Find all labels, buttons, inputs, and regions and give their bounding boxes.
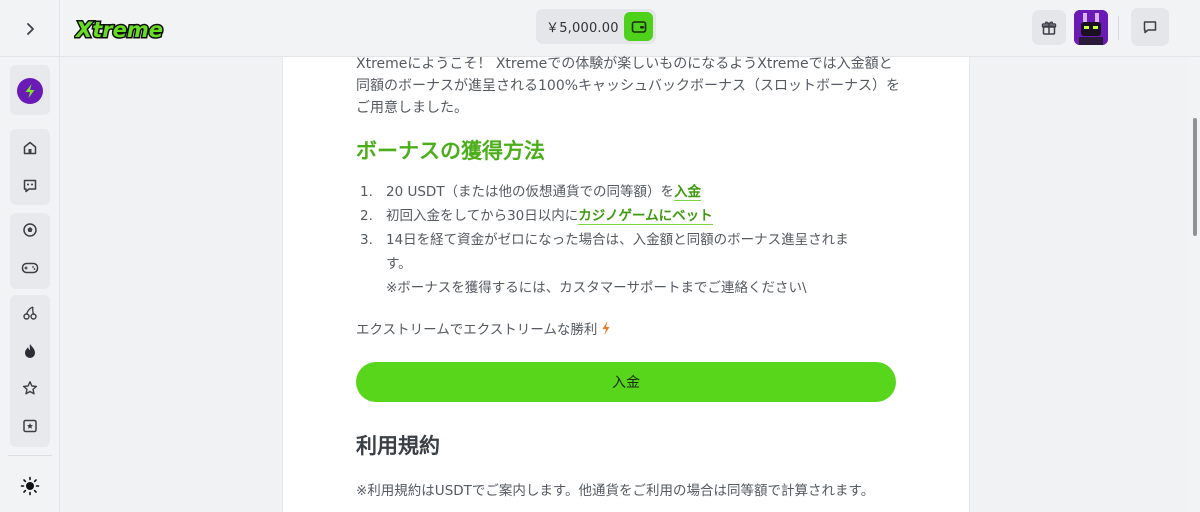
step-number: 3. bbox=[360, 232, 373, 248]
lightning-icon bbox=[602, 321, 610, 335]
promotions-button[interactable] bbox=[17, 78, 43, 104]
sidebar-item-home[interactable] bbox=[10, 129, 50, 167]
terms-heading: 利用規約 bbox=[356, 434, 440, 458]
top-bar: Xtreme Xtreme ￥5,000.00 bbox=[0, 0, 1200, 57]
support-note: ※ボーナスを獲得するには、カスタマーサポートまでご連絡ください\ bbox=[386, 280, 807, 296]
sidebar-item-live[interactable] bbox=[10, 407, 50, 445]
list-item: 3. 14日を経て資金がゼロになった場合は、入金額と同額のボーナス進呈されます。 bbox=[360, 228, 866, 276]
gift-button[interactable] bbox=[1032, 10, 1066, 45]
tagline: エクストリームでエクストリームな勝利 bbox=[356, 318, 611, 338]
sidebar bbox=[0, 57, 60, 512]
sidebar-toggle-button[interactable] bbox=[0, 0, 60, 57]
deposit-link[interactable]: 入金 bbox=[674, 184, 702, 201]
intro-paragraph: Xtremeにようこそ！ Xtremeでの体験が楽しいものになるようXtreme… bbox=[356, 56, 901, 116]
theme-toggle-button[interactable] bbox=[10, 467, 50, 505]
sidebar-item-hot[interactable] bbox=[10, 332, 50, 370]
terms-note: ※利用規約はUSDTでご案内します。他通貨をご利用の場合は同等額で計算されます。 bbox=[356, 483, 875, 499]
sidebar-item-games[interactable] bbox=[10, 249, 50, 287]
gift-icon bbox=[1041, 20, 1057, 35]
how-to-get-bonus-heading: ボーナスの獲得方法 bbox=[356, 139, 545, 163]
xtreme-logo[interactable]: Xtreme Xtreme bbox=[73, 14, 165, 44]
sidebar-item-favorites[interactable] bbox=[10, 369, 50, 407]
step-text: 初回入金をしてから30日以内に bbox=[386, 208, 579, 224]
avatar-image bbox=[1074, 10, 1108, 45]
sidebar-divider bbox=[8, 455, 52, 456]
step-text: 14日を経て資金がゼロになった場合は、入金額と同額のボーナス進呈されます。 bbox=[386, 232, 849, 272]
header-divider bbox=[1118, 16, 1119, 40]
wallet-button[interactable] bbox=[624, 12, 653, 41]
home-icon bbox=[23, 141, 37, 155]
tagline-text: エクストリームでエクストリームな勝利 bbox=[356, 322, 598, 338]
fire-icon bbox=[25, 344, 35, 358]
soccer-ball-icon bbox=[23, 223, 37, 237]
sidebar-item-support[interactable] bbox=[10, 167, 50, 205]
lightning-icon bbox=[25, 84, 35, 98]
cherries-icon bbox=[23, 306, 37, 320]
balance-display[interactable]: ￥5,000.00 bbox=[536, 9, 656, 44]
casino-games-link[interactable]: カジノゲームにベット bbox=[578, 208, 713, 225]
gamepad-icon bbox=[21, 262, 39, 274]
bonus-steps-list: 1. 20 USDT（または他の仮想通貨での同等額）を入金 2. 初回入金をしてから… bbox=[360, 180, 900, 300]
chevron-right-icon bbox=[26, 22, 34, 35]
balance-amount: ￥5,000.00 bbox=[546, 21, 619, 36]
step-text: 20 USDT（または他の仮想通貨での同等額）を bbox=[386, 184, 675, 200]
support-chat-icon bbox=[23, 179, 37, 193]
sidebar-item-sports[interactable] bbox=[10, 211, 50, 249]
svg-text:Xtreme: Xtreme bbox=[74, 18, 163, 42]
sidebar-item-slots[interactable] bbox=[10, 294, 50, 332]
chat-button[interactable] bbox=[1131, 8, 1169, 46]
user-avatar[interactable] bbox=[1074, 10, 1108, 45]
wallet-icon bbox=[631, 20, 646, 33]
deposit-button[interactable]: 入金 bbox=[356, 362, 896, 402]
live-casino-icon bbox=[23, 419, 37, 433]
chat-icon bbox=[1143, 21, 1157, 34]
step-number: 2. bbox=[360, 208, 373, 224]
list-item: 1. 20 USDT（または他の仮想通貨での同等額）を入金 bbox=[360, 180, 900, 204]
step-number: 1. bbox=[360, 184, 373, 200]
scrollbar-thumb[interactable] bbox=[1193, 118, 1197, 236]
star-icon bbox=[22, 381, 38, 395]
list-item: 2. 初回入金をしてから30日以内にカジノゲームにベット bbox=[360, 204, 900, 228]
sun-icon bbox=[20, 476, 40, 496]
